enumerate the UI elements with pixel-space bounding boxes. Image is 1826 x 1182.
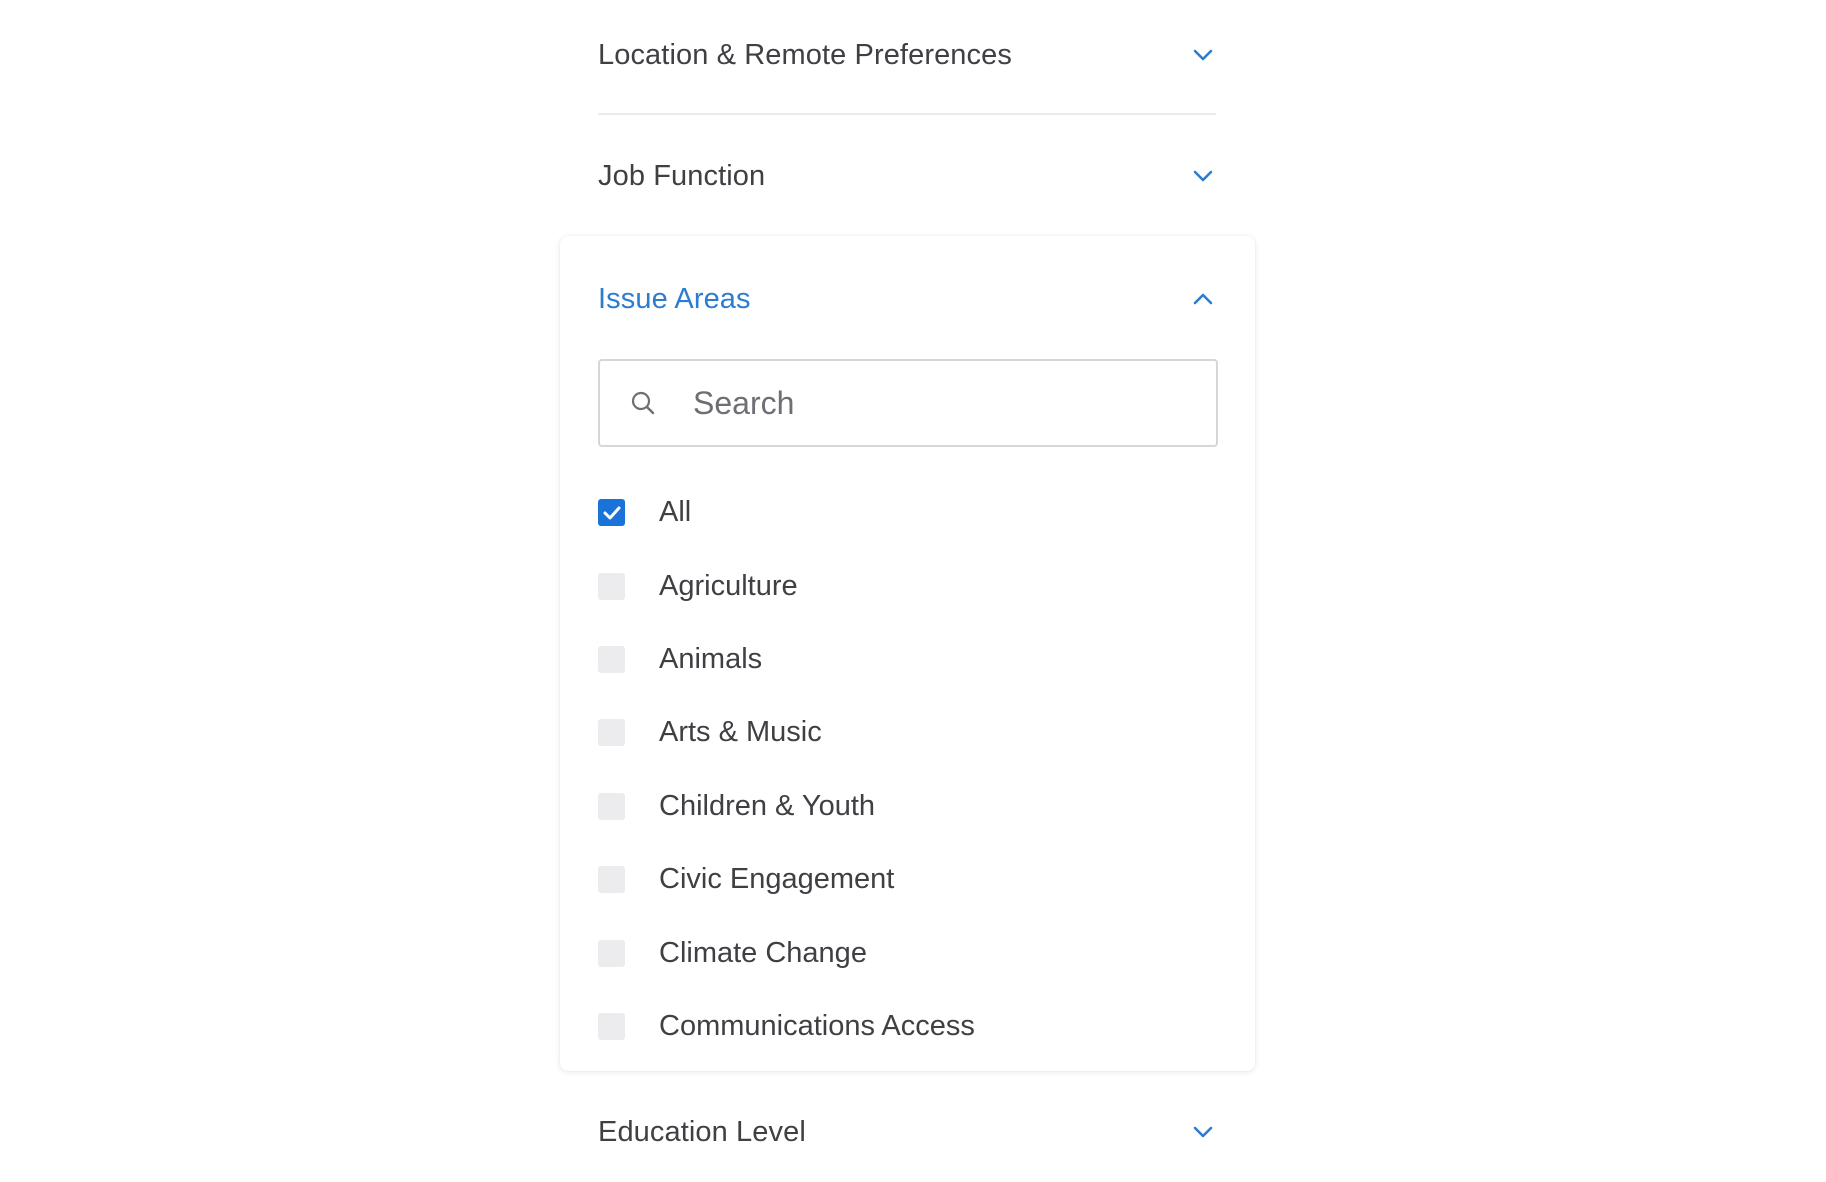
section-education-level-header[interactable]: Education Level [598, 1102, 1216, 1162]
option-animals[interactable]: Animals [598, 623, 1218, 696]
checkbox-communications-access[interactable] [598, 1012, 625, 1040]
chevron-down-icon[interactable] [1192, 44, 1214, 66]
option-agriculture[interactable]: Agriculture [598, 549, 1218, 622]
section-issue-areas-header[interactable]: Issue Areas [598, 269, 1216, 329]
section-education-level-title: Education Level [598, 1115, 806, 1148]
chevron-up-icon[interactable] [1192, 288, 1214, 310]
option-label: Children & Youth [659, 789, 876, 822]
checkbox-children-youth[interactable] [598, 792, 625, 820]
issue-areas-search-box[interactable] [598, 359, 1218, 447]
section-location-title: Location & Remote Preferences [598, 38, 1012, 71]
option-all[interactable]: All [598, 476, 1218, 549]
option-arts-music[interactable]: Arts & Music [598, 696, 1218, 769]
option-label: Arts & Music [659, 716, 822, 749]
option-climate-change[interactable]: Climate Change [598, 916, 1218, 989]
section-issue-areas-title: Issue Areas [598, 282, 751, 315]
filters-panel: Location & Remote Preferences Job Functi… [560, 0, 1255, 1182]
issue-areas-options-list: All Agriculture Animals Arts & Music Chi… [598, 476, 1218, 1063]
option-label: Civic Engagement [659, 863, 895, 896]
section-divider [598, 113, 1216, 115]
issue-areas-panel: Issue Areas All Agr [560, 236, 1255, 1071]
option-label: Agriculture [659, 569, 798, 602]
chevron-down-icon[interactable] [1192, 165, 1214, 187]
section-job-function-header[interactable]: Job Function [598, 146, 1216, 206]
option-label: Animals [659, 642, 763, 675]
option-children-youth[interactable]: Children & Youth [598, 770, 1218, 843]
section-job-function-title: Job Function [598, 159, 766, 192]
chevron-down-icon[interactable] [1192, 1121, 1214, 1143]
checkbox-arts-music[interactable] [598, 719, 625, 747]
checkmark-icon [603, 506, 620, 520]
issue-areas-search-input[interactable] [693, 384, 1193, 422]
checkbox-animals[interactable] [598, 645, 625, 673]
option-label: Communications Access [659, 1009, 975, 1042]
checkbox-climate-change[interactable] [598, 939, 625, 967]
checkbox-civic-engagement[interactable] [598, 866, 625, 894]
checkbox-all[interactable] [598, 499, 625, 527]
search-icon [628, 388, 658, 418]
section-location-header[interactable]: Location & Remote Preferences [598, 25, 1216, 85]
option-communications-access[interactable]: Communications Access [598, 990, 1218, 1063]
option-label: Climate Change [659, 936, 867, 969]
option-label: All [659, 496, 692, 529]
checkbox-agriculture[interactable] [598, 572, 625, 600]
option-civic-engagement[interactable]: Civic Engagement [598, 843, 1218, 916]
